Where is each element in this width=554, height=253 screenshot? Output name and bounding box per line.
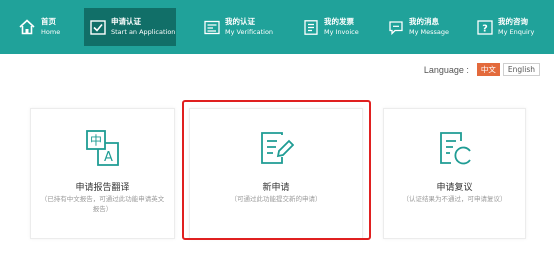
- language-option-zh[interactable]: 中文: [476, 63, 500, 76]
- reconsider-icon: [437, 129, 473, 167]
- nav-item-message-zh: 我的消息: [409, 17, 439, 26]
- nav-item-home[interactable]: 首页 Home: [18, 0, 60, 54]
- nav-item-invoice-text: 我的发票 My Invoice: [324, 16, 359, 38]
- nav-item-apply-en: Start an Application: [111, 28, 176, 36]
- svg-text:中: 中: [89, 133, 101, 148]
- svg-text:?: ?: [482, 23, 488, 34]
- nav-item-verification-text: 我的认证 My Verification: [225, 16, 273, 38]
- invoice-icon: [303, 19, 319, 35]
- nav-item-home-zh: 首页: [41, 17, 56, 26]
- nav-item-verification-en: My Verification: [225, 28, 274, 36]
- card-reconsideration-title: 申请复议: [436, 183, 473, 193]
- nav-item-message-en: My Message: [409, 28, 450, 36]
- language-label: Language :: [423, 64, 469, 75]
- card-reconsideration-subtitle: （认证结果为不通过，可申请复议）: [402, 195, 507, 203]
- nav-item-message-text: 我的消息 My Message: [409, 16, 449, 38]
- nav-item-enquiry-zh: 我的咨询: [498, 17, 528, 26]
- edit-document-icon: [258, 129, 295, 167]
- language-switcher: Language : 中文 English: [424, 63, 540, 76]
- card-report-translation[interactable]: 中 A 申请报告翻译 （已持有中文报告，可通过此功能申请英文报告）: [30, 108, 175, 239]
- nav-item-apply-text: 申请认证 Start an Application: [111, 16, 175, 38]
- nav-item-verification-zh: 我的认证: [225, 17, 255, 26]
- card-report-translation-title: 申请报告翻译: [75, 183, 130, 193]
- language-option-en[interactable]: English: [502, 63, 540, 76]
- nav-item-apply-zh: 申请认证: [111, 17, 141, 26]
- nav-item-apply[interactable]: 申请认证 Start an Application: [84, 8, 176, 46]
- nav-item-invoice-zh: 我的发票: [324, 17, 354, 26]
- nav-item-verification[interactable]: 我的认证 My Verification: [198, 0, 273, 54]
- nav-item-enquiry-text: 我的咨询 My Enquiry: [498, 16, 534, 38]
- nav-item-message[interactable]: 我的消息 My Message: [382, 0, 449, 54]
- nav-item-enquiry-en: My Enquiry: [498, 28, 535, 36]
- translate-icon: 中 A: [85, 129, 121, 167]
- card-report-translation-subtitle: （已持有中文报告，可通过此功能申请英文报告）: [40, 195, 165, 213]
- nav-item-enquiry[interactable]: ? 我的咨询 My Enquiry: [471, 0, 534, 54]
- card-new-application-title: 新申请: [262, 183, 290, 193]
- top-nav: 首页 Home 申请认证 Start an Application 我的认证 M…: [0, 0, 554, 54]
- card-new-application-subtitle: （可通过此功能提交新的申请）: [230, 195, 322, 203]
- card-new-application[interactable]: 新申请 （可通过此功能提交新的申请）: [189, 108, 363, 239]
- nav-item-home-en: Home: [41, 28, 61, 36]
- nav-item-invoice-en: My Invoice: [324, 28, 359, 36]
- nav-item-home-text: 首页 Home: [41, 16, 60, 38]
- enquiry-icon: ?: [477, 19, 493, 35]
- home-icon: [18, 18, 36, 36]
- message-icon: [388, 20, 404, 35]
- card-reconsideration[interactable]: 申请复议 （认证结果为不通过，可申请复议）: [383, 108, 526, 239]
- nav-item-invoice[interactable]: 我的发票 My Invoice: [297, 0, 359, 54]
- svg-text:A: A: [104, 150, 113, 165]
- application-icon: [90, 19, 106, 35]
- verification-icon: [204, 20, 220, 35]
